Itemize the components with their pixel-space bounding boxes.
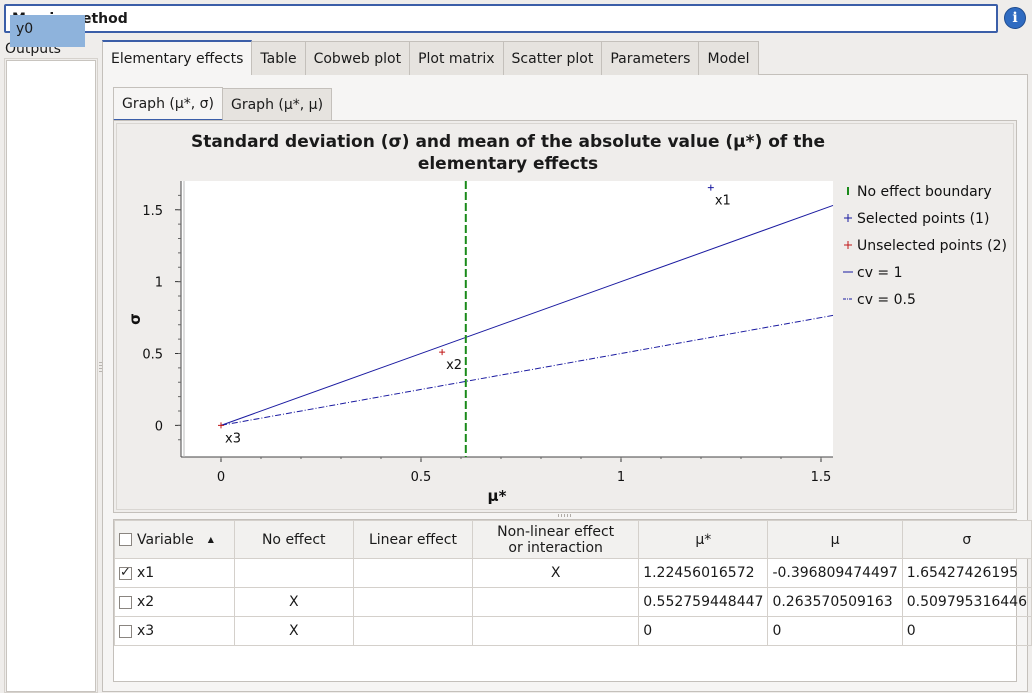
cell-variable: x1 (114, 558, 235, 588)
cell-linear (352, 558, 474, 588)
legend-label: cv = 1 (857, 265, 903, 281)
legend-label: Selected points (1) (857, 211, 989, 227)
table-row[interactable]: x3 X 0 0 0 (114, 616, 1032, 646)
cell-mu: 0 (767, 616, 903, 646)
cell-variable: x3 (114, 616, 235, 646)
cell-variable: x2 (114, 587, 235, 617)
cell-nonlinear (472, 587, 640, 617)
x-tick-label: 1 (617, 470, 625, 485)
select-all-checkbox[interactable] (119, 533, 132, 546)
y-tick-label: 0 (155, 419, 163, 434)
cell-no-effect: X (233, 616, 354, 646)
legend-label: cv = 0.5 (857, 292, 916, 308)
table-row[interactable]: x2 X 0.552759448447 0.263570509163 0.5097953… (114, 587, 1032, 617)
header-linear-effect[interactable]: Linear effect (352, 520, 474, 559)
cell-sigma: 0 (901, 616, 1032, 646)
x-tick-label: 1.5 (811, 470, 832, 485)
header-mu[interactable]: μ (767, 520, 903, 559)
y-axis-label: σ (126, 313, 144, 325)
y-tick-label: 0.5 (142, 348, 163, 363)
x-tick-label: 0 (217, 470, 225, 485)
y-tick-label: 1 (155, 276, 163, 291)
cell-mu-star: 1.22456016572 (638, 558, 769, 588)
splitter-grip[interactable] (558, 514, 572, 517)
variable-name: x3 (137, 623, 155, 639)
cell-no-effect (233, 558, 354, 588)
legend-label: No effect boundary (857, 184, 992, 200)
header-sigma[interactable]: σ (901, 520, 1032, 559)
cell-sigma: 0.509795316446 (901, 587, 1032, 617)
row-checkbox[interactable] (119, 595, 132, 609)
cell-nonlinear: X (472, 558, 640, 588)
cell-nonlinear (472, 616, 640, 646)
scatter-plot[interactable]: 0 0.5 1 1.5 0 0.5 1 1.5 μ* σ x1 x2 x3 No effect bound… (0, 0, 1032, 520)
header-no-effect[interactable]: No effect (233, 520, 354, 559)
header-mu-star[interactable]: μ* (638, 520, 769, 559)
legend-marker-plus (844, 241, 852, 249)
variable-name: x2 (137, 594, 155, 610)
y-tick-label: 1.5 (142, 204, 163, 219)
row-checkbox[interactable] (119, 565, 132, 580)
legend-label: Unselected points (2) (857, 238, 1007, 254)
header-variable[interactable]: Variable ▲ (114, 520, 235, 559)
cell-mu: -0.396809474497 (767, 558, 903, 588)
x-tick-label: 0.5 (411, 470, 432, 485)
sort-ascending-icon: ▲ (207, 534, 214, 544)
cell-mu-star: 0.552759448447 (638, 587, 769, 617)
row-checkbox[interactable] (119, 624, 132, 638)
point-label-x3: x3 (225, 431, 241, 446)
plot-canvas[interactable] (181, 181, 833, 457)
variables-table: Variable ▲ No effect Linear effect Non-li… (114, 520, 1032, 646)
table-row[interactable]: x1 X1.22456016572-0.3968094744971.6542742… (114, 558, 1032, 588)
cell-mu-star: 0 (638, 616, 769, 646)
cell-no-effect: X (233, 587, 354, 617)
cell-linear (352, 616, 474, 646)
point-label-x2: x2 (446, 358, 462, 373)
point-label-x1: x1 (715, 194, 731, 209)
x-axis-label: μ* (488, 487, 507, 505)
cell-sigma: 1.65427426195 (901, 558, 1032, 588)
cell-linear (352, 587, 474, 617)
cell-mu: 0.263570509163 (767, 587, 903, 617)
header-nonlinear-effect[interactable]: Non-linear effect or interaction (472, 520, 640, 559)
variable-name: x1 (137, 565, 155, 581)
table-header-row: Variable ▲ No effect Linear effect Non-li… (114, 520, 1032, 559)
legend-marker-plus (844, 214, 852, 222)
